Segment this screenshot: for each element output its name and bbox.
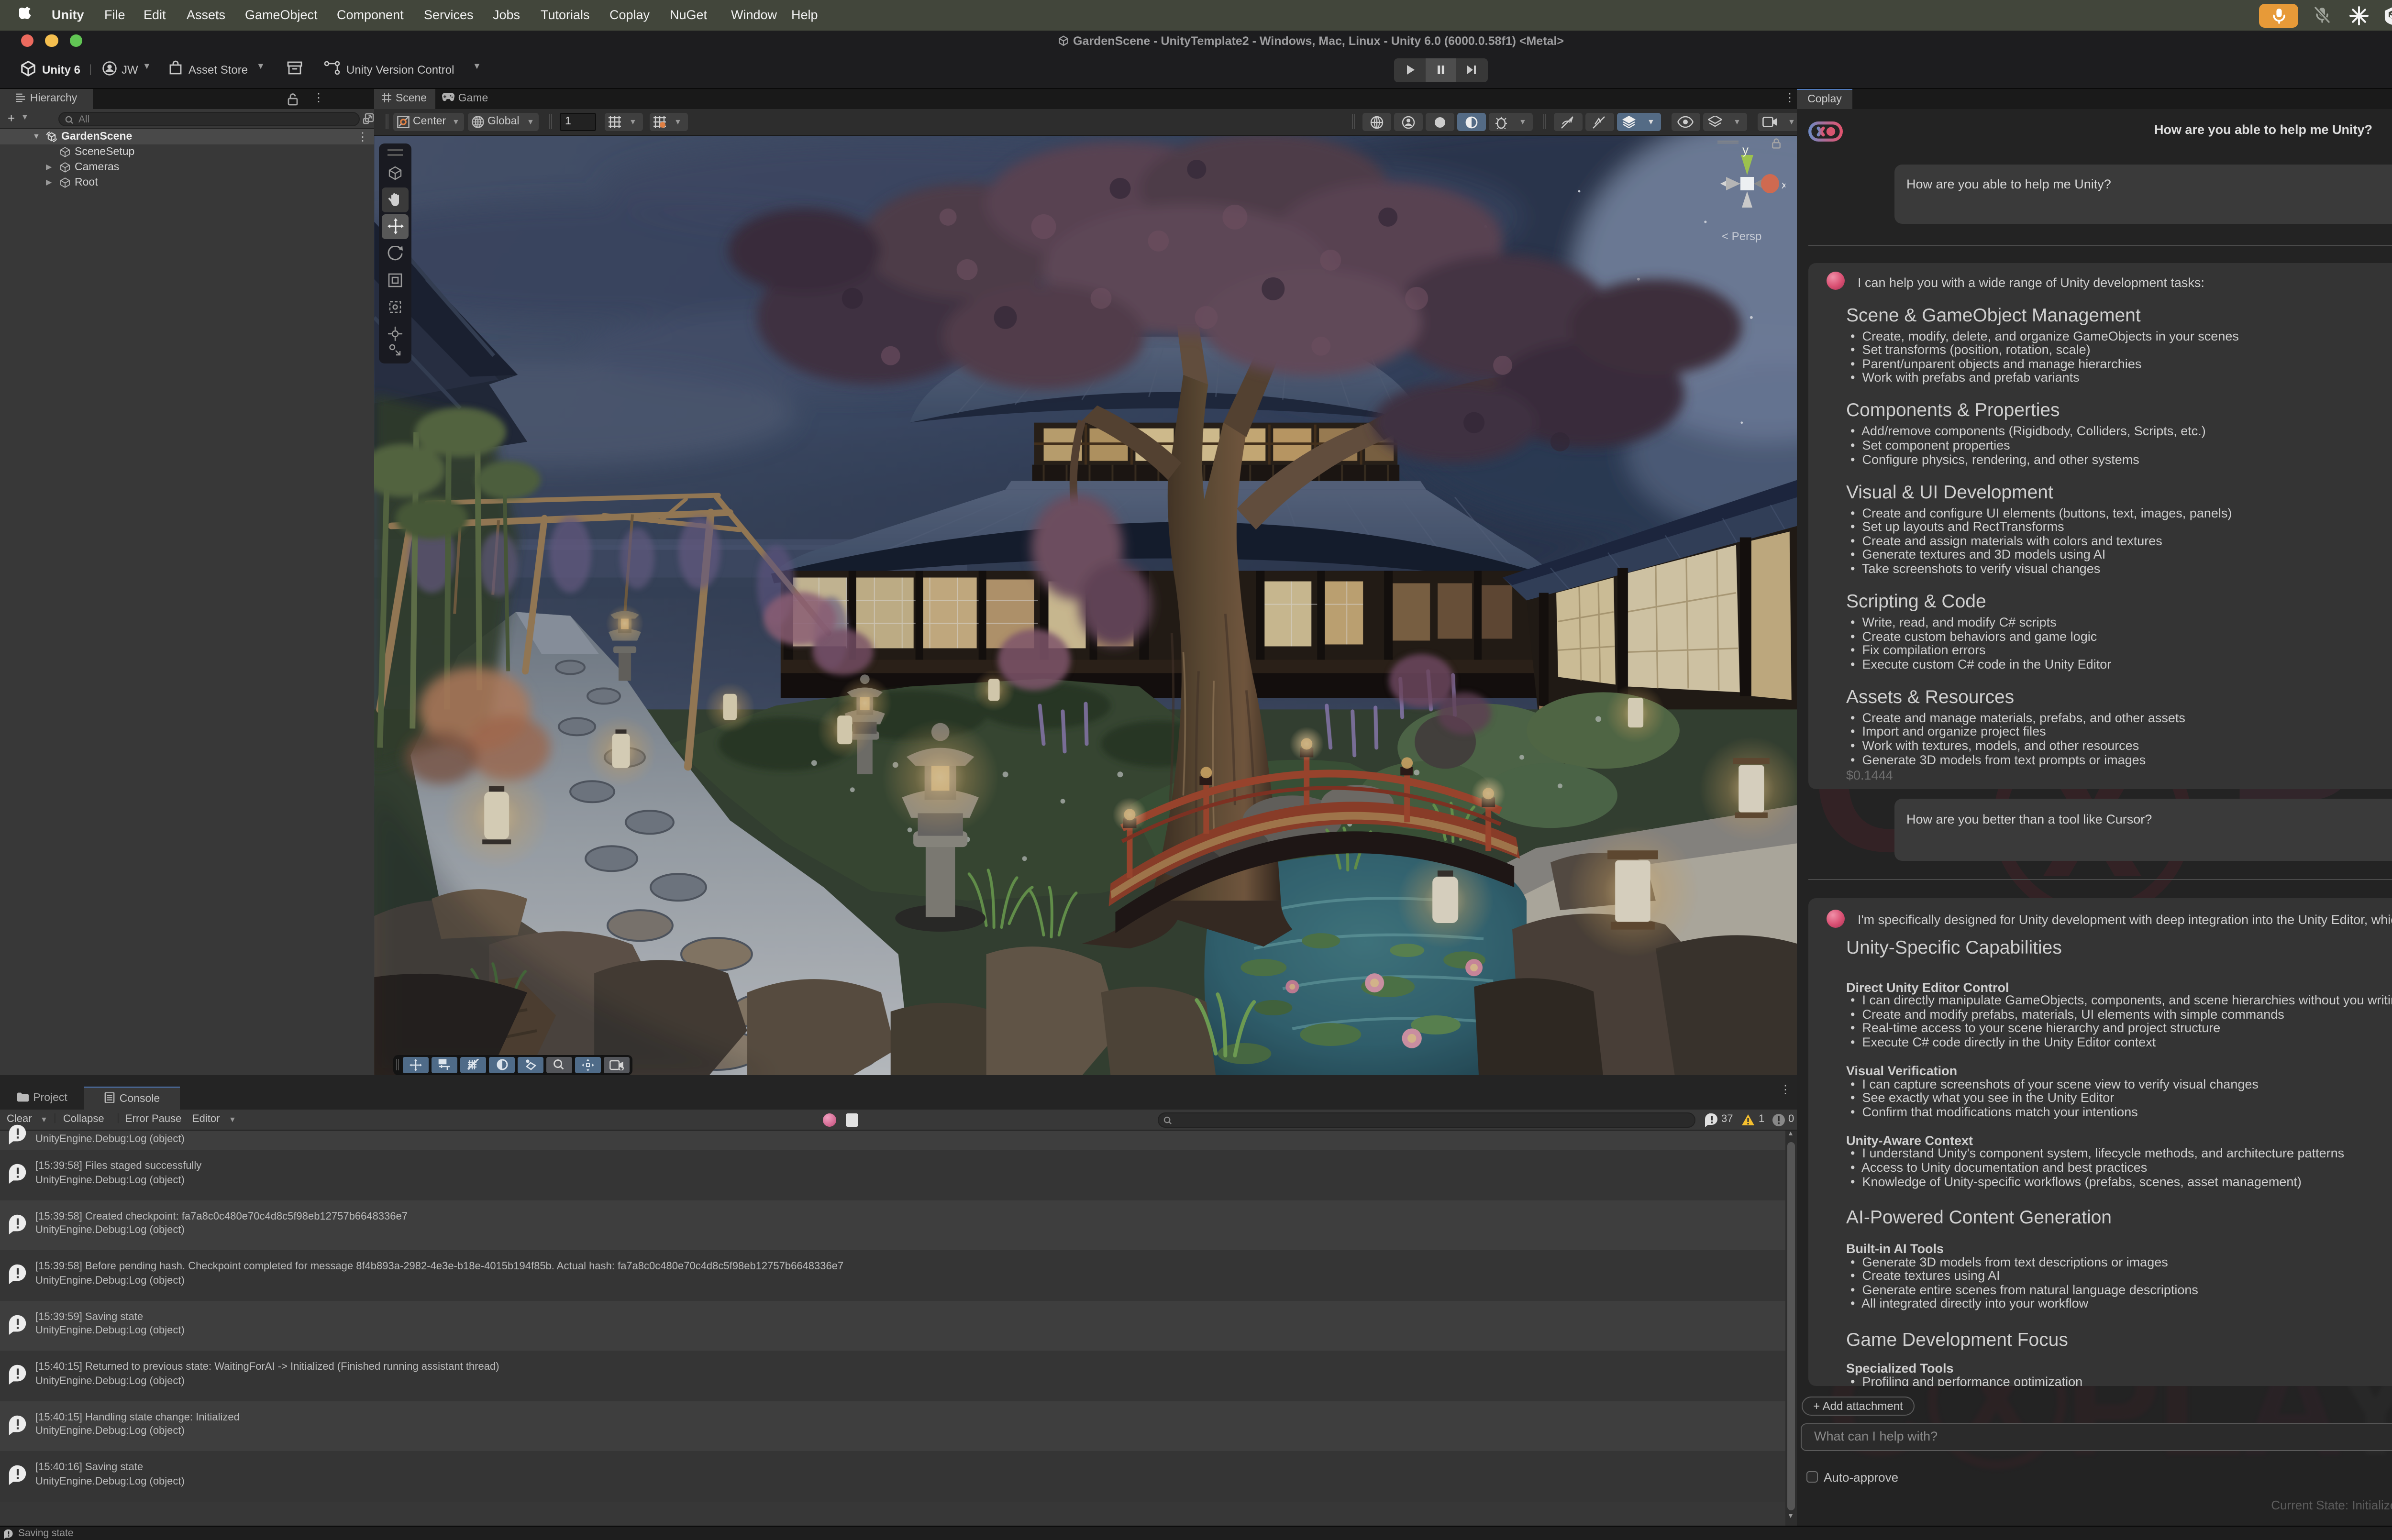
- svg-text:x: x: [1781, 178, 1785, 190]
- svg-text:y: y: [1742, 145, 1748, 156]
